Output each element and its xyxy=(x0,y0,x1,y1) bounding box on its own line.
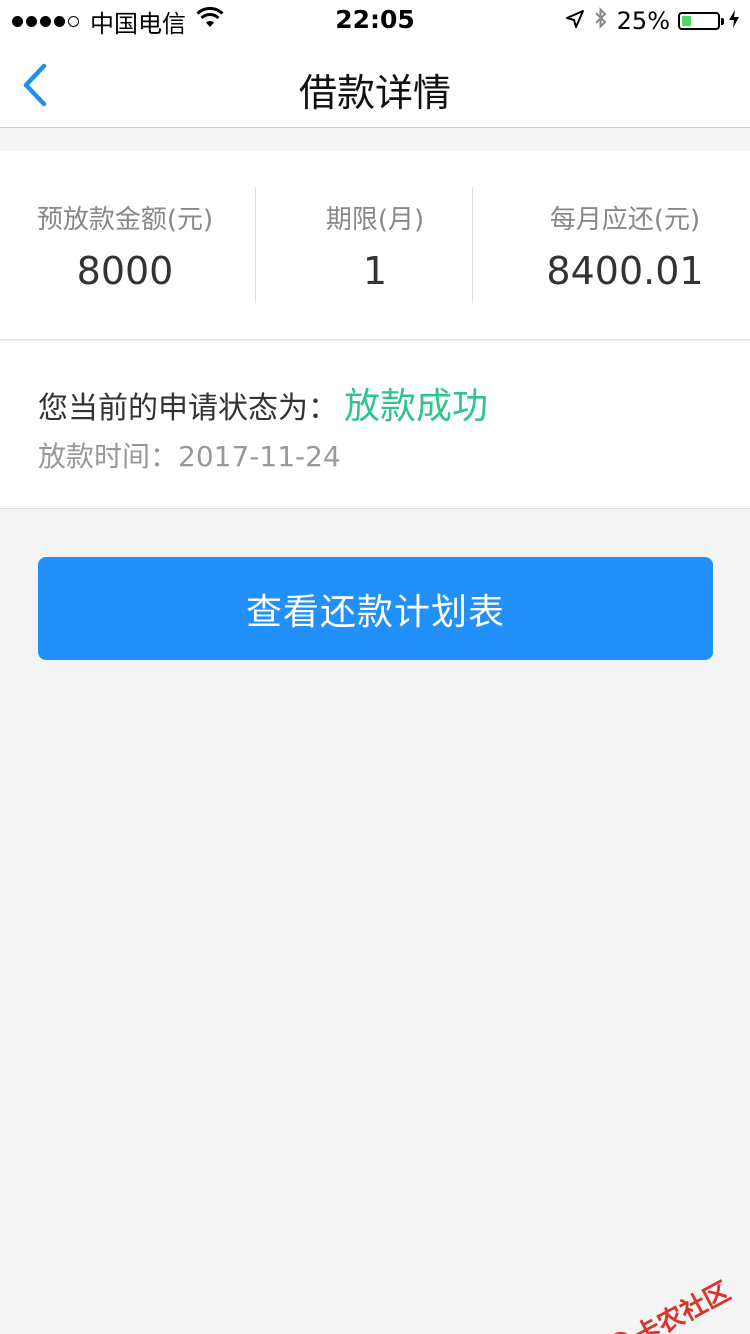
battery-level xyxy=(682,16,691,26)
monthly-label: 每月应还(元) xyxy=(549,205,701,235)
screen: 中国电信 22:05 25% 借款详情 预放款金额(元) 8000 期限(月) … xyxy=(0,0,750,1334)
summary-term: 期限(月) 1 xyxy=(250,151,500,339)
status-bar-right: 25% xyxy=(557,6,740,36)
page-title: 借款详情 xyxy=(298,71,451,115)
watermark: 卡农社区 xyxy=(600,1271,736,1334)
column-divider xyxy=(472,187,473,303)
bluetooth-icon xyxy=(593,6,609,36)
time-label: 放款时间： xyxy=(38,440,179,473)
nav-bar: 借款详情 xyxy=(0,40,750,128)
amount-value: 8000 xyxy=(76,249,174,293)
status-line: 您当前的申请状态为： 放款成功 xyxy=(38,377,488,429)
amount-label: 预放款金额(元) xyxy=(36,205,214,235)
location-arrow-icon xyxy=(565,7,585,35)
status-label: 您当前的申请状态为： xyxy=(38,391,338,426)
term-label: 期限(月) xyxy=(325,205,425,235)
battery-icon xyxy=(678,12,724,30)
monthly-value: 8400.01 xyxy=(546,249,704,293)
term-value: 1 xyxy=(362,249,388,293)
column-divider xyxy=(255,187,256,303)
charging-icon xyxy=(728,7,740,35)
battery-percent: 25% xyxy=(616,7,670,35)
view-repayment-plan-button[interactable]: 查看还款计划表 xyxy=(38,557,713,660)
status-badge: 放款成功 xyxy=(344,386,489,427)
status-bar: 中国电信 22:05 25% xyxy=(0,0,750,40)
disbursement-time: 放款时间：2017-11-24 xyxy=(38,435,341,475)
summary-amount: 预放款金额(元) 8000 xyxy=(0,151,250,339)
loan-summary: 预放款金额(元) 8000 期限(月) 1 每月应还(元) 8400.01 xyxy=(0,151,750,340)
summary-monthly: 每月应还(元) 8400.01 xyxy=(500,151,750,339)
application-status: 您当前的申请状态为： 放款成功 放款时间：2017-11-24 xyxy=(0,341,750,509)
watermark-text: 卡农社区 xyxy=(629,1276,736,1334)
time-value: 2017-11-24 xyxy=(178,440,341,473)
